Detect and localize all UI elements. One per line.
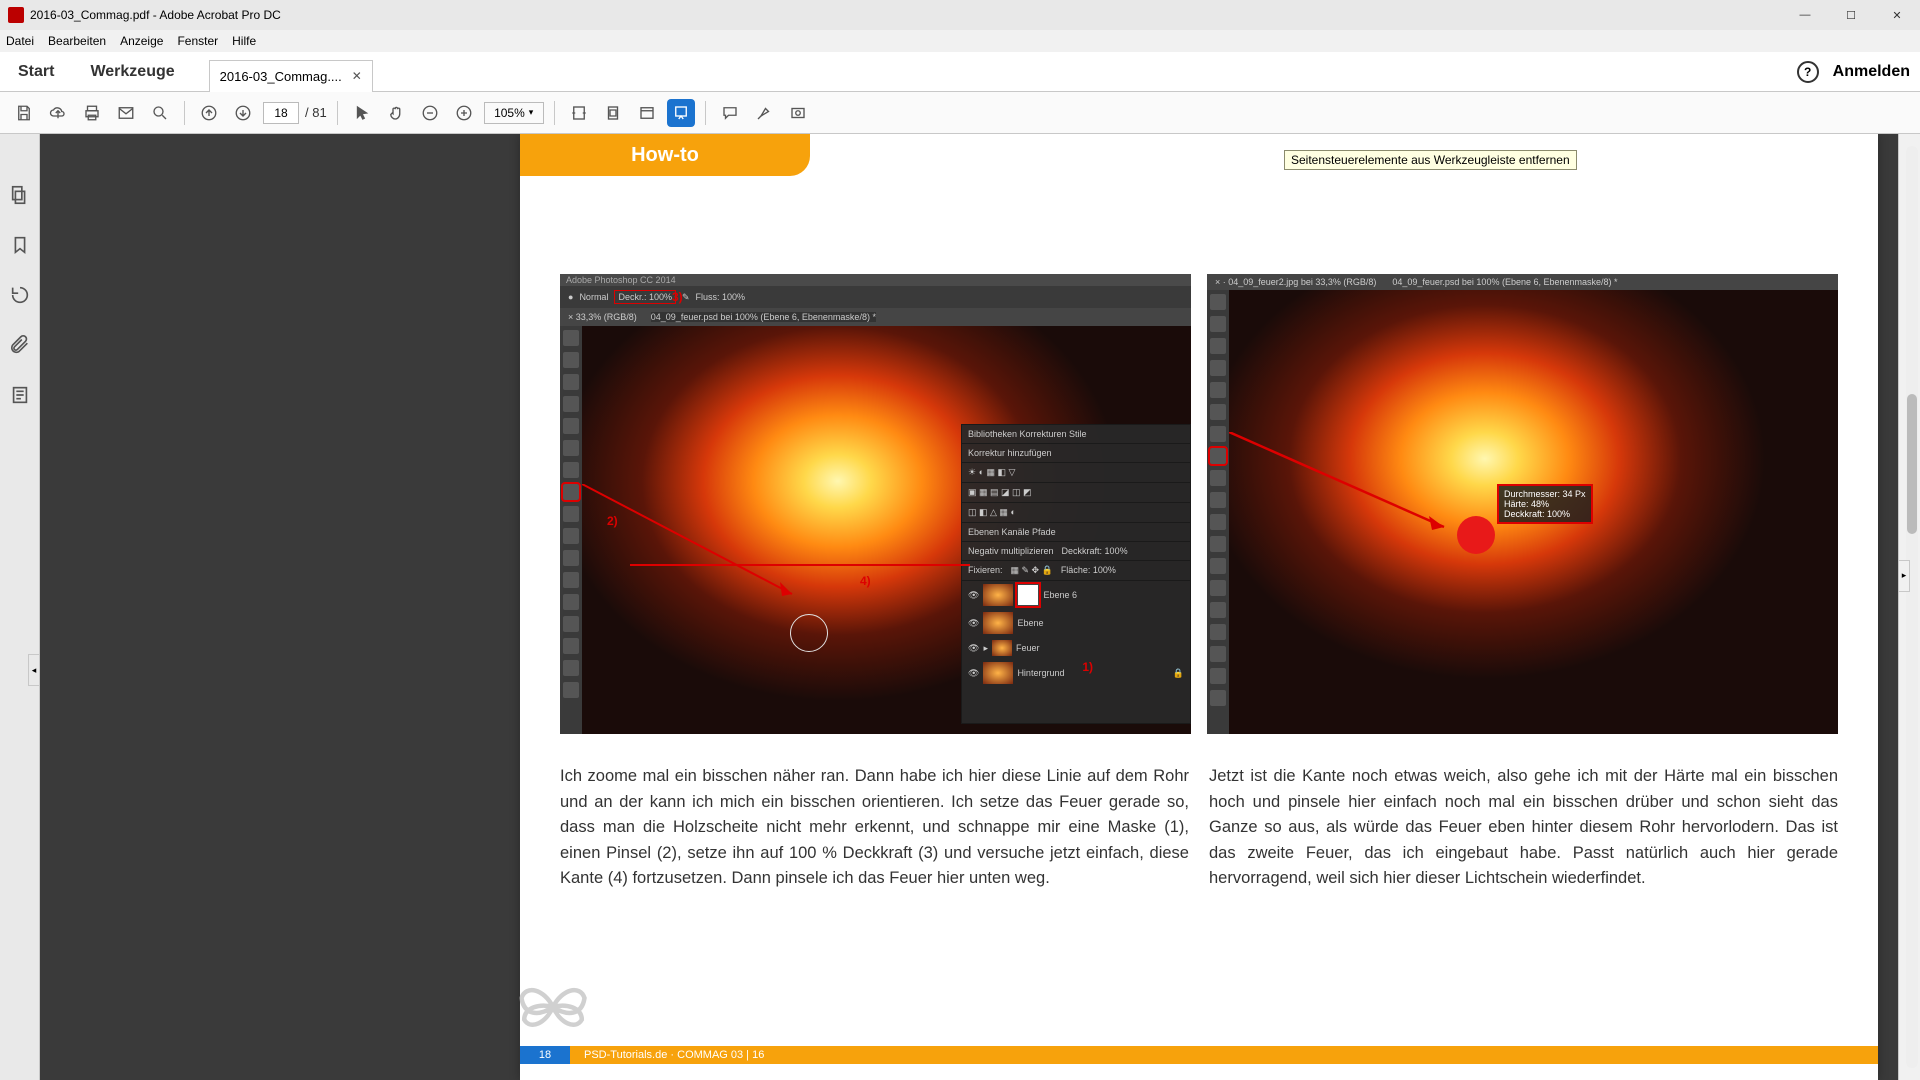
toolbar-divider [705, 101, 706, 125]
footer-page-number: 18 [520, 1046, 570, 1064]
main-toolbar: / 81 105% [0, 92, 1920, 134]
document-viewport[interactable]: Seitensteuerelemente aus Werkzeugleiste … [40, 134, 1898, 1080]
select-arrow-icon[interactable] [348, 99, 376, 127]
ps-red-edge-line [630, 564, 970, 566]
hand-pan-icon[interactable] [382, 99, 410, 127]
bookmarks-icon[interactable] [9, 234, 31, 256]
toolbar-divider [184, 101, 185, 125]
ps-brush-tool [563, 484, 579, 500]
menu-fenster[interactable]: Fenster [177, 34, 218, 48]
fit-width-icon[interactable] [565, 99, 593, 127]
pdf-page: Seitensteuerelemente aus Werkzeugleiste … [520, 134, 1878, 1080]
scrollbar-thumb[interactable] [1907, 394, 1917, 534]
toolbar-divider [337, 101, 338, 125]
zoom-in-icon[interactable] [450, 99, 478, 127]
tab-strip: Start Werkzeuge 2016-03_Commag.... ✕ ? A… [0, 52, 1920, 92]
workspace: ◂ Seitensteuerelemente aus Werkzeugleist… [0, 134, 1920, 1080]
print-icon[interactable] [78, 99, 106, 127]
comment-icon[interactable] [716, 99, 744, 127]
ps-annotation-1: 1) [1082, 660, 1093, 674]
right-pane: ▸ [1898, 134, 1920, 1080]
close-button[interactable]: ✕ [1874, 0, 1920, 30]
page-total-label: / 81 [305, 105, 327, 120]
menu-datei[interactable]: Datei [6, 34, 34, 48]
maximize-button[interactable]: ☐ [1828, 0, 1874, 30]
zoom-out-icon[interactable] [416, 99, 444, 127]
ps-option-bar: ●Normal Deckr.: 100% ✎Fluss: 100% [560, 286, 1191, 308]
body-text-columns: Ich zoome mal ein bisschen näher ran. Da… [560, 764, 1838, 892]
ps-brush-circle [790, 614, 828, 652]
photoshop-screenshot-right: × · 04_09_feuer2.jpg bei 33,3% (RGB/8) 0… [1207, 274, 1838, 734]
read-mode-icon[interactable] [633, 99, 661, 127]
search-icon[interactable] [146, 99, 174, 127]
right-pane-toggle[interactable]: ▸ [1898, 560, 1910, 592]
highlight-icon[interactable] [750, 99, 778, 127]
zoom-select[interactable]: 105% [484, 102, 544, 124]
ps-brush-tooltip-box: Durchmesser: 34 Px Härte: 48% Deckkraft:… [1497, 484, 1593, 524]
attachments-icon[interactable] [9, 334, 31, 356]
ps-tools-column [560, 326, 582, 734]
page-controls-toggle-icon[interactable] [667, 99, 695, 127]
acrobat-app-icon [8, 7, 24, 23]
menu-bearbeiten[interactable]: Bearbeiten [48, 34, 106, 48]
ps-red-brush-dot [1457, 516, 1495, 554]
ps-panels: Bibliotheken Korrekturen Stile Korrektur… [961, 424, 1191, 724]
thumbnails-icon[interactable] [9, 184, 31, 206]
body-text-right: Jetzt ist die Kante noch etwas weich, al… [1209, 764, 1838, 892]
menu-anzeige[interactable]: Anzeige [120, 34, 163, 48]
ps-annotation-4: 4) [860, 574, 871, 588]
tab-start[interactable]: Start [0, 63, 72, 81]
butterfly-logo [508, 962, 598, 1052]
signin-button[interactable]: Anmelden [1833, 63, 1910, 81]
minimize-button[interactable]: — [1782, 0, 1828, 30]
page-up-icon[interactable] [195, 99, 223, 127]
save-icon[interactable] [10, 99, 38, 127]
document-tab-close-icon[interactable]: ✕ [352, 69, 362, 83]
photoshop-screenshot-left: Adobe Photoshop CC 2014 ●Normal Deckr.: … [560, 274, 1191, 734]
rotate-icon[interactable] [9, 284, 31, 306]
document-tab-label: 2016-03_Commag.... [220, 69, 342, 84]
fit-page-icon[interactable] [599, 99, 627, 127]
menu-hilfe[interactable]: Hilfe [232, 34, 256, 48]
ps-doc-tabs: × 33,3% (RGB/8) 04_09_feuer.psd bei 100%… [560, 308, 1191, 326]
layers-icon[interactable] [9, 384, 31, 406]
menu-bar: Datei Bearbeiten Anzeige Fenster Hilfe [0, 30, 1920, 52]
page-down-icon[interactable] [229, 99, 257, 127]
left-navigation-pane: ◂ [0, 134, 40, 1080]
body-text-left: Ich zoome mal ein bisschen näher ran. Da… [560, 764, 1189, 892]
window-title: 2016-03_Commag.pdf - Adobe Acrobat Pro D… [30, 8, 281, 22]
window-controls: — ☐ ✕ [1782, 0, 1920, 30]
ps-annotation-3: 3) [672, 290, 683, 304]
ps-titlebar: Adobe Photoshop CC 2014 [560, 274, 1191, 286]
window-titlebar: 2016-03_Commag.pdf - Adobe Acrobat Pro D… [0, 0, 1920, 30]
scrollbar-track[interactable] [1906, 146, 1918, 1068]
cloud-icon[interactable] [44, 99, 72, 127]
left-pane-toggle[interactable]: ◂ [28, 654, 40, 686]
toolbar-tooltip: Seitensteuerelemente aus Werkzeugleiste … [1284, 150, 1577, 170]
page-number-input[interactable] [263, 102, 299, 124]
howto-banner: How-to [520, 134, 810, 176]
toolbar-divider [554, 101, 555, 125]
screenshot-row: Adobe Photoshop CC 2014 ●Normal Deckr.: … [560, 274, 1838, 734]
footer-credit: PSD-Tutorials.de · COMMAG 03 | 16 [570, 1049, 764, 1061]
ps-red-arrow-right [1229, 432, 1469, 542]
page-footer-bar: 18 PSD-Tutorials.de · COMMAG 03 | 16 [520, 1046, 1878, 1064]
sign-icon[interactable] [784, 99, 812, 127]
help-icon[interactable]: ? [1797, 61, 1819, 83]
document-tab[interactable]: 2016-03_Commag.... ✕ [209, 60, 373, 92]
ps-doc-tabs-right: × · 04_09_feuer2.jpg bei 33,3% (RGB/8) 0… [1207, 274, 1838, 290]
ps-brush-tool-right [1210, 448, 1226, 464]
mail-icon[interactable] [112, 99, 140, 127]
tab-tools[interactable]: Werkzeuge [72, 63, 192, 81]
ps-tools-column-right [1207, 290, 1229, 734]
ps-deckkraft-box: Deckr.: 100% [614, 290, 676, 304]
ps-red-arrow [582, 484, 832, 614]
